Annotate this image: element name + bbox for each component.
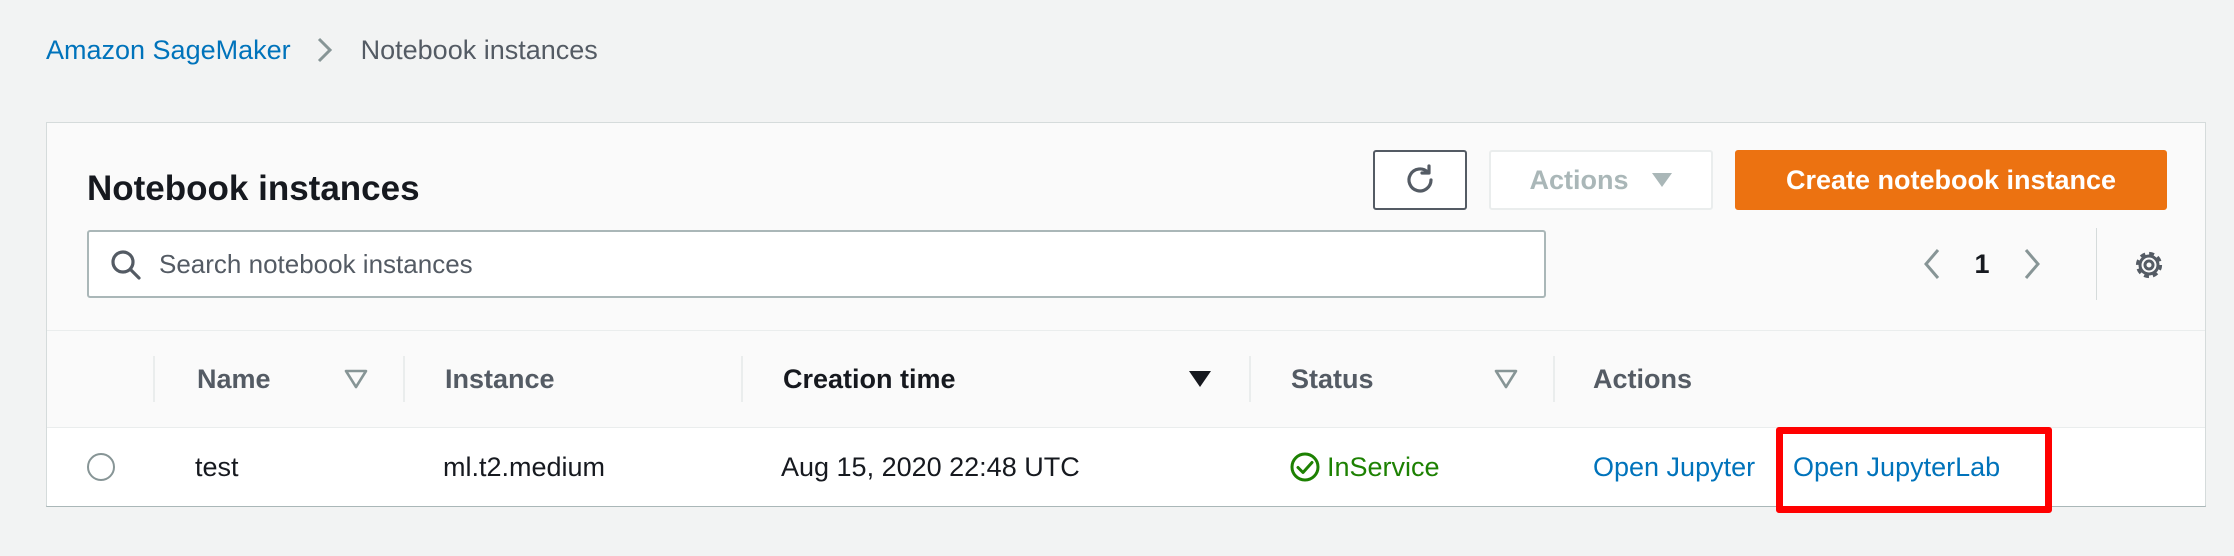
create-notebook-instance-button[interactable]: Create notebook instance <box>1735 150 2167 210</box>
page-title: Notebook instances <box>87 169 420 208</box>
column-header-creation-time[interactable]: Creation time <box>783 331 956 427</box>
column-header-status[interactable]: Status <box>1291 331 1374 427</box>
table-header: Name Instance Creation time Status Actio… <box>47 331 2205 428</box>
breadcrumb-sagemaker-link[interactable]: Amazon SageMaker <box>46 35 291 66</box>
pager-divider <box>2096 228 2097 300</box>
refresh-icon <box>1407 164 1433 193</box>
column-header-name[interactable]: Name <box>197 331 271 427</box>
chevron-left-icon <box>1924 249 1940 279</box>
settings-button[interactable] <box>2126 242 2172 288</box>
column-divider <box>403 356 405 402</box>
notebook-instances-panel: Notebook instances Actions Create notebo… <box>46 122 2206 513</box>
column-divider <box>1249 356 1251 402</box>
search-icon <box>111 250 141 280</box>
breadcrumb: Amazon SageMaker Notebook instances <box>46 30 598 70</box>
column-header-actions: Actions <box>1593 363 1693 394</box>
chevron-right-icon <box>2024 249 2040 279</box>
search-box[interactable] <box>87 230 1546 298</box>
column-divider <box>153 356 155 402</box>
actions-dropdown-label: Actions <box>1529 164 1629 195</box>
column-divider <box>1553 356 1555 402</box>
column-header-instance[interactable]: Instance <box>445 331 555 427</box>
pagination: 1 <box>1910 230 2054 298</box>
panel-header: Notebook instances Actions Create notebo… <box>47 123 2205 331</box>
instance-type-cell: ml.t2.medium <box>443 451 606 482</box>
status-cell: InService <box>1289 428 1440 506</box>
next-page-button[interactable] <box>2010 230 2054 298</box>
open-jupyterlab-link[interactable]: Open JupyterLab <box>1793 428 2000 506</box>
search-input[interactable] <box>159 232 1529 296</box>
instance-name-link[interactable]: test <box>195 428 239 506</box>
sort-descending-icon[interactable] <box>1187 365 1213 393</box>
creation-time-cell: Aug 15, 2020 22:48 UTC <box>781 451 1080 482</box>
gear-icon <box>2135 251 2163 279</box>
open-jupyter-link[interactable]: Open Jupyter <box>1593 428 1755 506</box>
breadcrumb-current: Notebook instances <box>360 34 598 65</box>
sort-icon[interactable] <box>343 365 369 393</box>
check-circle-icon <box>1290 452 1320 482</box>
refresh-button[interactable] <box>1373 150 1467 210</box>
previous-page-button[interactable] <box>1910 230 1954 298</box>
actions-dropdown-button[interactable]: Actions <box>1489 150 1713 210</box>
row-select-radio[interactable] <box>87 453 115 481</box>
table-row: test ml.t2.medium Aug 15, 2020 22:48 UTC… <box>47 427 2205 513</box>
chevron-right-icon <box>301 30 349 70</box>
status-label: InService <box>1327 451 1440 482</box>
column-divider <box>741 356 743 402</box>
caret-down-icon <box>1651 173 1672 187</box>
page-number[interactable]: 1 <box>1954 249 2010 280</box>
sort-icon[interactable] <box>1493 365 1519 393</box>
